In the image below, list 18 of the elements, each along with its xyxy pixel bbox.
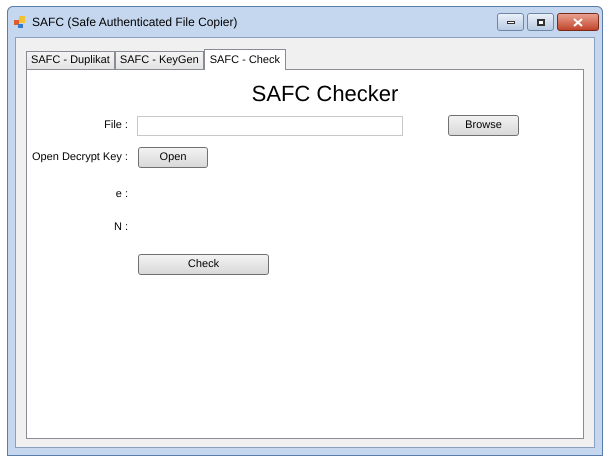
app-icon	[13, 15, 27, 29]
check-button[interactable]: Check	[138, 254, 269, 275]
tab[interactable]: SAFC - KeyGen	[114, 51, 204, 69]
field-label: File :	[103, 118, 128, 134]
field-label: e :	[114, 186, 128, 202]
window-title: SAFC (Safe Authenticated File Copier)	[32, 14, 238, 31]
heading: SAFC Checker	[252, 81, 398, 107]
tab[interactable]: SAFC - Check	[204, 49, 286, 70]
open-button[interactable]: Open	[138, 147, 208, 168]
browse-button[interactable]: Browse	[448, 115, 519, 136]
close-button[interactable]	[557, 13, 599, 31]
tab[interactable]: SAFC - Duplikat	[26, 51, 115, 69]
close-icon	[573, 18, 583, 26]
field-label: Open Decrypt Key :	[31, 150, 128, 166]
maximize-button[interactable]	[527, 13, 554, 31]
file-field[interactable]	[137, 116, 403, 136]
field-label: N :	[112, 220, 128, 235]
minimize-button[interactable]	[497, 13, 524, 31]
